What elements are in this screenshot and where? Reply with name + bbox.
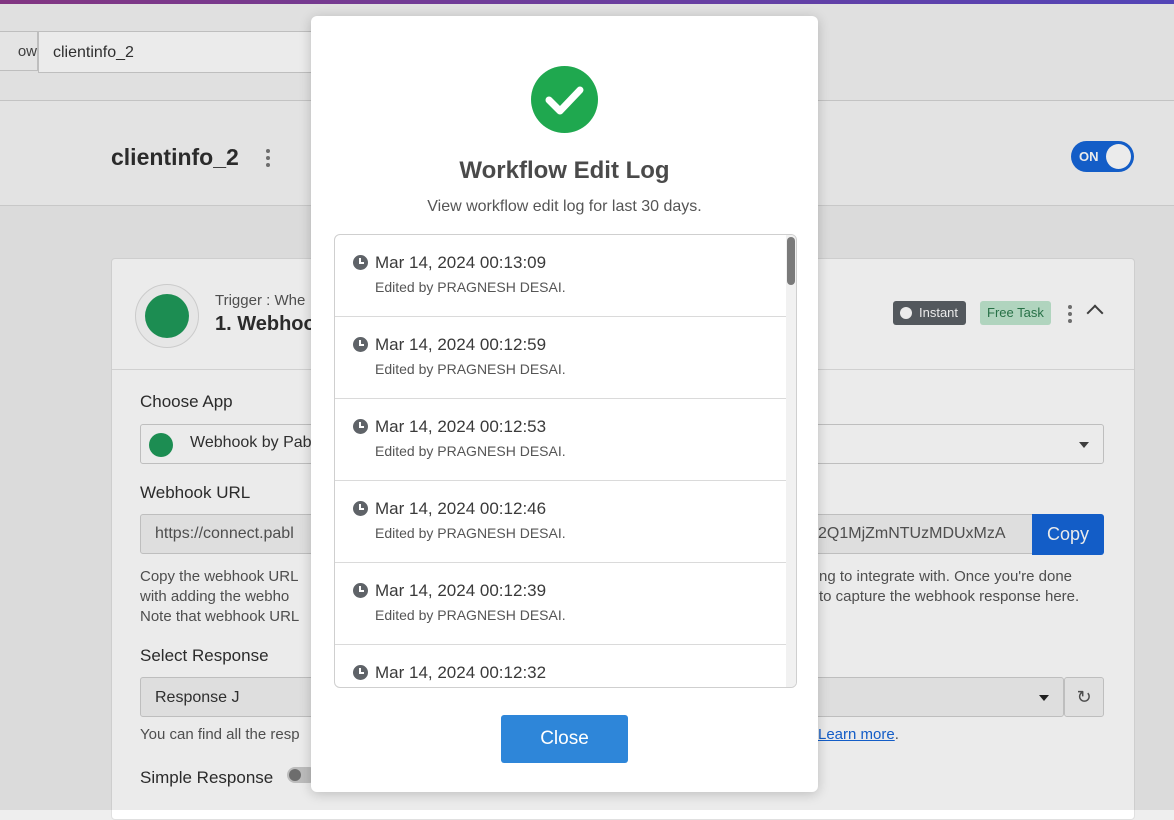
log-time: Mar 14, 2024 00:12:39 bbox=[375, 581, 547, 600]
modal-title: Workflow Edit Log bbox=[459, 157, 670, 184]
log-time: Mar 14, 2024 00:12:53 bbox=[375, 417, 547, 436]
edit-log-modal: Workflow Edit Log View workflow edit log… bbox=[311, 16, 818, 792]
clock-icon bbox=[353, 501, 368, 516]
list-item: Mar 14, 2024 00:13:09 Edited by PRAGNESH… bbox=[335, 235, 786, 317]
clock-icon bbox=[353, 255, 368, 270]
list-item: Mar 14, 2024 00:12:53 Edited by PRAGNESH… bbox=[335, 399, 786, 481]
log-editor: Edited by PRAGNESH DESAI. bbox=[375, 525, 566, 541]
success-check-icon bbox=[531, 66, 598, 133]
edit-log-list[interactable]: Mar 14, 2024 00:13:09 Edited by PRAGNESH… bbox=[334, 234, 797, 688]
list-item: Mar 14, 2024 00:12:59 Edited by PRAGNESH… bbox=[335, 317, 786, 399]
scrollbar-thumb[interactable] bbox=[787, 237, 795, 285]
log-time: Mar 14, 2024 00:12:46 bbox=[375, 499, 547, 518]
log-editor: Edited by PRAGNESH DESAI. bbox=[375, 607, 566, 623]
clock-icon bbox=[353, 665, 368, 680]
list-item: Mar 14, 2024 00:12:32 bbox=[335, 645, 786, 687]
clock-icon bbox=[353, 419, 368, 434]
log-time: Mar 14, 2024 00:12:59 bbox=[375, 335, 547, 354]
log-editor: Edited by PRAGNESH DESAI. bbox=[375, 361, 566, 377]
log-time: Mar 14, 2024 00:12:32 bbox=[375, 663, 547, 682]
list-item: Mar 14, 2024 00:12:39 Edited by PRAGNESH… bbox=[335, 563, 786, 645]
log-editor: Edited by PRAGNESH DESAI. bbox=[375, 279, 566, 295]
scrollbar[interactable] bbox=[786, 235, 796, 687]
modal-subtitle: View workflow edit log for last 30 days. bbox=[427, 198, 702, 215]
clock-icon bbox=[353, 337, 368, 352]
log-editor: Edited by PRAGNESH DESAI. bbox=[375, 443, 566, 459]
close-button[interactable]: Close bbox=[501, 715, 628, 763]
clock-icon bbox=[353, 583, 368, 598]
list-item: Mar 14, 2024 00:12:46 Edited by PRAGNESH… bbox=[335, 481, 786, 563]
log-time: Mar 14, 2024 00:13:09 bbox=[375, 253, 547, 272]
